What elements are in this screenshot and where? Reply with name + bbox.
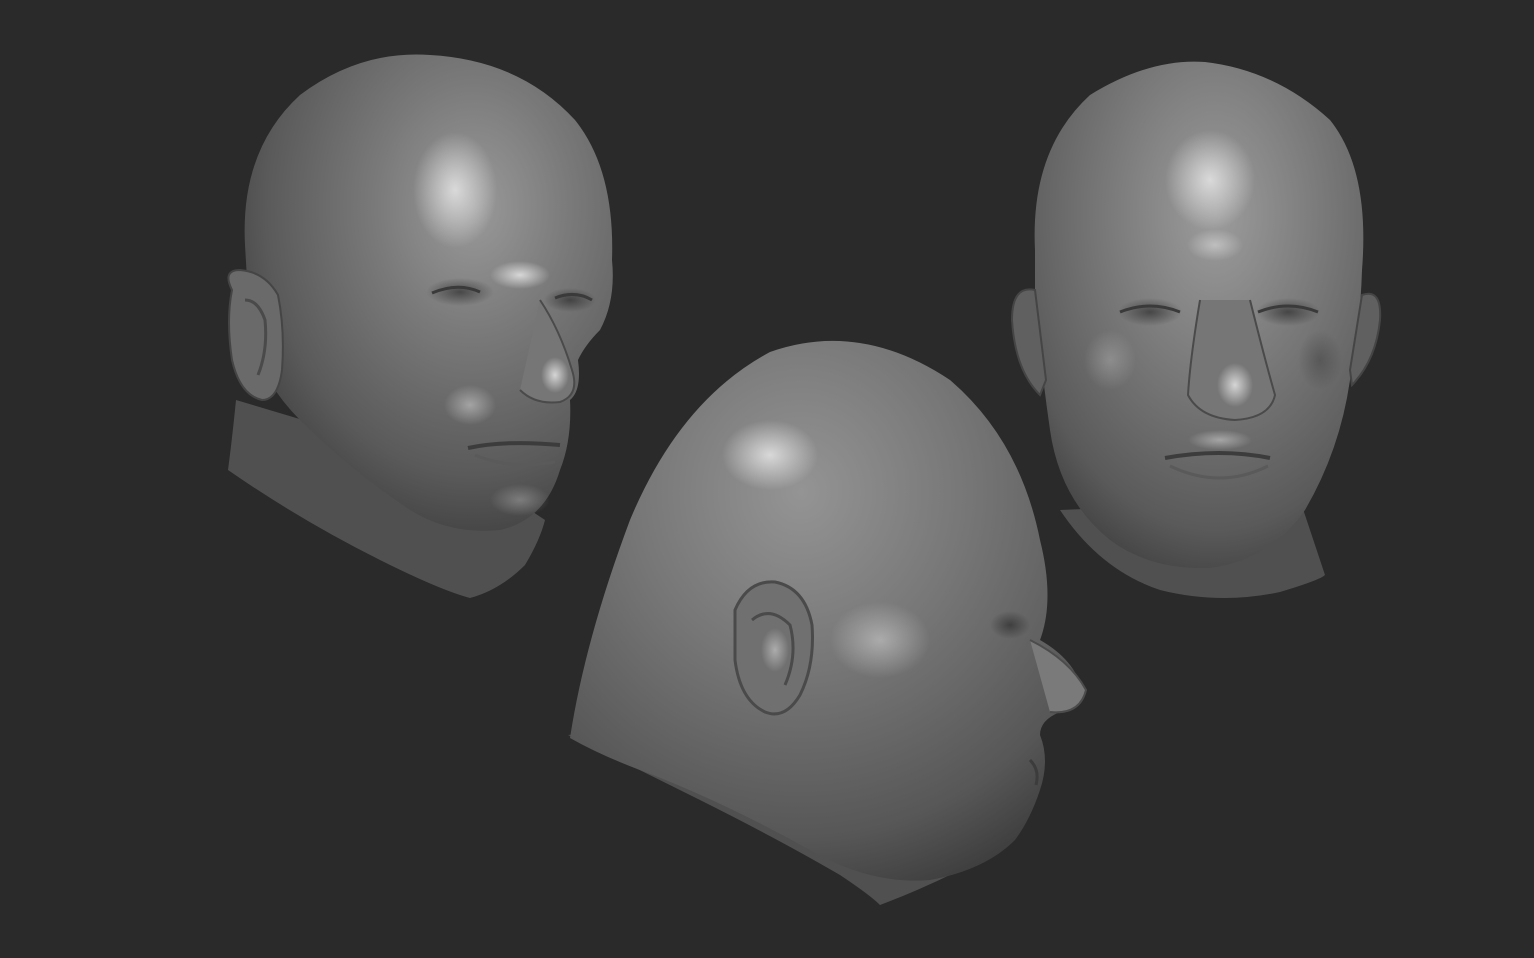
head-model-rear-profile[interactable]	[568, 340, 1088, 905]
viewport-render	[227, 54, 1382, 905]
sculpt-viewport[interactable]	[0, 0, 1534, 958]
head-model-front[interactable]	[1010, 61, 1382, 599]
head-model-three-quarter[interactable]	[227, 54, 613, 599]
